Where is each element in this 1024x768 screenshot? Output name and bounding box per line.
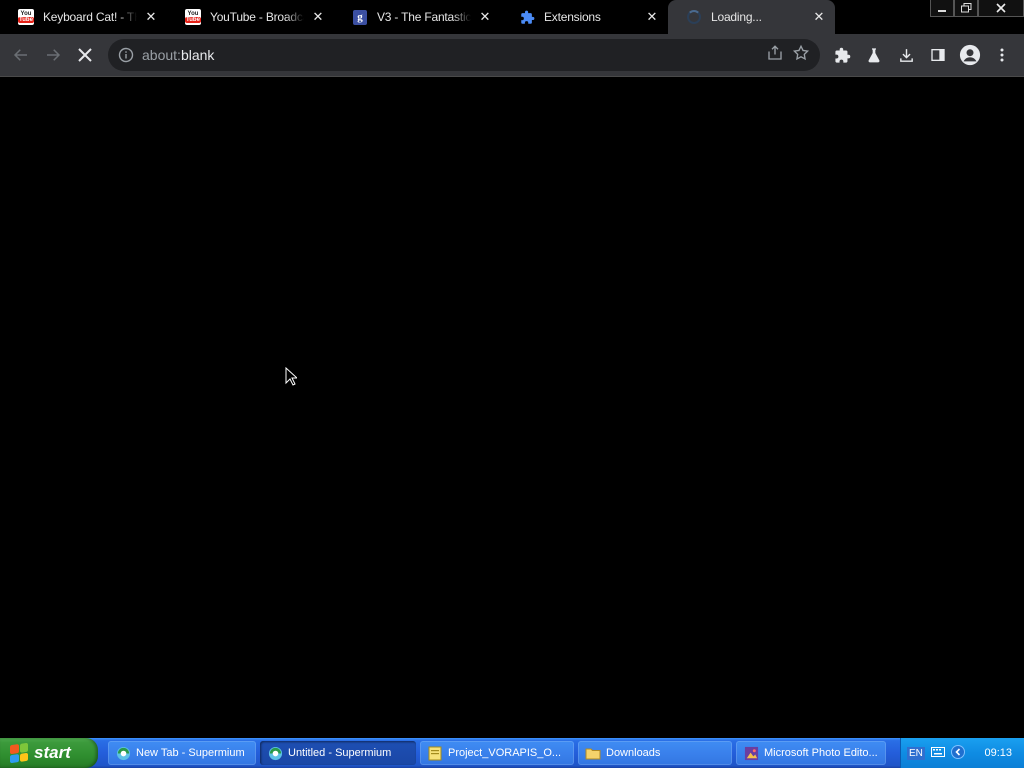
stop-loading-button[interactable]: [69, 39, 101, 71]
loading-spinner-icon: [686, 9, 702, 25]
labs-button[interactable]: [858, 39, 890, 71]
toolbar-actions: [826, 39, 1018, 71]
browser-toolbar: about:blank: [0, 34, 1024, 76]
minimize-button[interactable]: [930, 0, 954, 17]
url-text[interactable]: about:blank: [142, 47, 766, 63]
puzzle-icon: [519, 9, 535, 25]
start-button[interactable]: start: [0, 738, 98, 768]
taskbar-item-photo-editor[interactable]: Microsoft Photo Edito...: [736, 741, 886, 765]
taskbar-item-new-tab[interactable]: New Tab - Supermium: [108, 741, 256, 765]
supermium-icon: [115, 745, 131, 761]
address-bar[interactable]: about:blank: [108, 39, 820, 71]
url-path: blank: [180, 47, 215, 63]
supermium-icon: [267, 745, 283, 761]
extensions-button[interactable]: [826, 39, 858, 71]
download-icon: [899, 48, 913, 62]
tab-youtube-broadcast[interactable]: YouTube YouTube - Broadcas ✕: [167, 0, 334, 34]
photo-editor-icon: [743, 745, 759, 761]
keyboard-icon[interactable]: [930, 746, 945, 760]
forward-button[interactable]: [37, 39, 69, 71]
taskbar-item-untitled[interactable]: Untitled - Supermium: [260, 741, 416, 765]
share-icon: [768, 44, 782, 60]
side-panel-button[interactable]: [922, 39, 954, 71]
side-panel-icon: [931, 49, 945, 61]
tab-loading[interactable]: Loading... ✕: [668, 0, 835, 34]
show-hidden-icons-button[interactable]: [950, 744, 965, 762]
chevron-left-icon: [950, 744, 965, 759]
folder-icon: [585, 745, 601, 761]
youtube-icon: You Tube: [185, 9, 201, 25]
bookmark-star-button[interactable]: [792, 44, 810, 67]
profile-button[interactable]: [954, 39, 986, 71]
tab-close-icon[interactable]: ✕: [310, 9, 326, 25]
puzzle-icon: [834, 47, 850, 63]
task-label: Downloads: [606, 747, 661, 759]
task-label: Untitled - Supermium: [288, 747, 392, 759]
task-label: Microsoft Photo Edito...: [764, 747, 878, 759]
menu-button[interactable]: [986, 39, 1018, 71]
site-info-icon[interactable]: [118, 47, 134, 63]
taskbar-item-project[interactable]: Project_VORAPIS_O...: [420, 741, 574, 765]
downloads-button[interactable]: [890, 39, 922, 71]
url-scheme: about:: [142, 47, 181, 63]
taskbar-item-downloads[interactable]: Downloads: [578, 741, 732, 765]
close-icon: [996, 3, 1006, 13]
g-site-icon: g: [352, 9, 368, 25]
close-window-button[interactable]: [978, 0, 1024, 17]
tab-title: V3 - The Fantastic N: [377, 10, 471, 24]
tab-title: Keyboard Cat! - THE: [43, 10, 137, 24]
mouse-pointer-icon: [285, 367, 297, 386]
language-indicator[interactable]: EN: [907, 746, 925, 760]
tab-title: Extensions: [544, 10, 601, 24]
kebab-menu-icon: [1000, 48, 1004, 62]
windows-taskbar: start New Tab - Supermium Untitled - Sup…: [0, 738, 1024, 768]
tab-keyboard-cat[interactable]: YouTube Keyboard Cat! - THE ✕: [0, 0, 167, 34]
taskbar-buttons: New Tab - Supermium Untitled - Supermium…: [108, 741, 886, 765]
tab-title: Loading...: [711, 10, 762, 24]
tab-extensions[interactable]: Extensions ✕: [501, 0, 668, 34]
start-label: start: [34, 743, 71, 762]
tab-close-icon[interactable]: ✕: [811, 9, 827, 25]
tray-clock[interactable]: 09:13: [984, 747, 1012, 759]
stop-x-icon: [78, 48, 92, 62]
windows-flag-icon: [10, 742, 28, 764]
back-arrow-icon: [13, 49, 27, 61]
tab-close-icon[interactable]: ✕: [644, 9, 660, 25]
youtube-icon: You Tube: [18, 9, 34, 25]
tab-close-icon[interactable]: ✕: [477, 9, 493, 25]
forward-arrow-icon: [47, 49, 61, 61]
avatar-icon: [959, 44, 981, 66]
document-icon: [427, 745, 443, 761]
window-controls: [930, 0, 1024, 17]
back-button[interactable]: [5, 39, 37, 71]
task-label: New Tab - Supermium: [136, 747, 245, 759]
tab-title: YouTube - Broadcas: [210, 10, 304, 24]
flask-icon: [868, 48, 880, 63]
browser-tab-strip: YouTube Keyboard Cat! - THE ✕ YouTube Yo…: [0, 0, 1024, 34]
tab-close-icon[interactable]: ✕: [143, 9, 159, 25]
restore-button[interactable]: [954, 0, 978, 17]
restore-icon: [960, 3, 971, 13]
task-label: Project_VORAPIS_O...: [448, 747, 562, 759]
page-content-area[interactable]: [0, 77, 1024, 738]
tab-v3-fantastic[interactable]: g V3 - The Fantastic N ✕: [334, 0, 501, 34]
minimize-icon: [938, 10, 946, 12]
system-tray: EN 09:13: [900, 738, 1024, 768]
star-icon: [792, 44, 810, 60]
desktop-screen: YouTube Keyboard Cat! - THE ✕ YouTube Yo…: [0, 0, 1024, 768]
share-button[interactable]: [766, 44, 784, 67]
